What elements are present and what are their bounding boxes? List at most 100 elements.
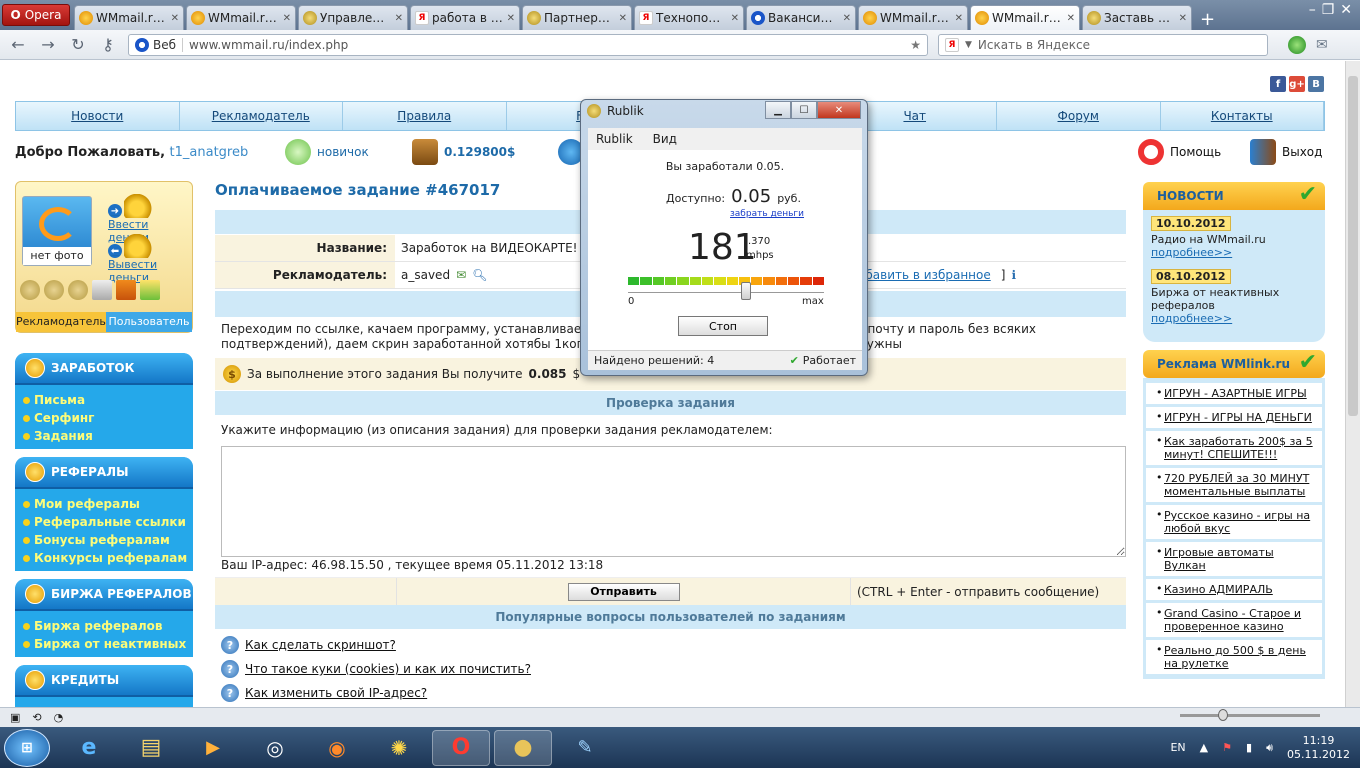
panel-toggle-icon[interactable]: ▣: [10, 711, 20, 724]
search-field[interactable]: Я ▼ Искать в Яндексе: [938, 33, 1268, 56]
ad-link[interactable]: ИГРУН - АЗАРТНЫЕ ИГРЫ: [1146, 383, 1322, 404]
turbo-icon[interactable]: ⟲: [32, 711, 41, 724]
slider-thumb[interactable]: [740, 282, 751, 300]
left-menu-header[interactable]: БИРЖА РЕФЕРАЛОВ: [15, 579, 193, 611]
close-tab-icon[interactable]: ✕: [619, 13, 627, 24]
explorer-folder-icon[interactable]: ▤: [122, 730, 180, 766]
deposit-link[interactable]: ➜: [108, 194, 156, 218]
browser-tab[interactable]: WMmail.ru... ✕: [970, 5, 1080, 30]
facebook-icon[interactable]: f: [1270, 76, 1286, 92]
page-scrollbar[interactable]: [1345, 61, 1360, 707]
restore-icon[interactable]: ❐: [1322, 2, 1335, 18]
firefox-icon[interactable]: ◉: [308, 730, 366, 766]
faq-link[interactable]: Что такое куки (cookies) и как их почист…: [245, 662, 531, 676]
tab-user[interactable]: Пользователь: [105, 312, 192, 332]
minimize-icon[interactable]: –: [1309, 2, 1316, 18]
menu-item[interactable]: Рекламодатель: [180, 102, 343, 130]
ad-link[interactable]: Русское казино - игры на любой вкус: [1146, 505, 1322, 539]
vk-icon[interactable]: B: [1308, 76, 1324, 92]
browser-tab[interactable]: Я Технополи... ✕: [634, 5, 744, 30]
network-icon[interactable]: ▮: [1246, 741, 1252, 754]
close-tab-icon[interactable]: ✕: [171, 13, 179, 24]
left-menu-header[interactable]: ЗАРАБОТОК: [15, 353, 193, 385]
avatar[interactable]: нет фото: [22, 196, 92, 266]
scrollbar-thumb[interactable]: [1348, 76, 1358, 416]
left-menu-item[interactable]: Биржа рефералов: [23, 617, 193, 635]
address-field[interactable]: Веб www.wmmail.ru/index.php ★: [128, 33, 928, 56]
menu-item[interactable]: Правила: [343, 102, 507, 130]
ad-link[interactable]: Казино АДМИРАЛЬ: [1146, 579, 1322, 600]
menu-item[interactable]: Новости: [16, 102, 180, 130]
url-text[interactable]: www.wmmail.ru/index.php: [189, 38, 904, 52]
ie-icon[interactable]: e: [60, 730, 118, 766]
ad-link[interactable]: Игровые автоматы Вулкан: [1146, 542, 1322, 576]
forward-icon[interactable]: →: [38, 35, 58, 54]
key-icon[interactable]: ⚷: [98, 35, 118, 54]
media-player-icon[interactable]: ▶: [184, 730, 242, 766]
left-menu-item[interactable]: Задания: [23, 427, 193, 445]
paint-icon[interactable]: ✎: [556, 730, 614, 766]
ad-link[interactable]: Реально до 500 $ в день на рулетке: [1146, 640, 1322, 674]
close-icon[interactable]: ✕: [1340, 2, 1352, 18]
tab-advertiser[interactable]: Рекламодатель: [16, 312, 106, 332]
site-info-badge[interactable]: Веб: [135, 37, 184, 52]
left-menu-item[interactable]: Серфинг: [23, 409, 193, 427]
menu-item[interactable]: Форум: [997, 102, 1161, 130]
menu-item[interactable]: Контакты: [1161, 102, 1324, 130]
back-icon[interactable]: ←: [8, 35, 28, 54]
news-more-link[interactable]: подробнее>>: [1151, 246, 1317, 259]
search-icon[interactable]: 🔍︎: [472, 262, 487, 288]
speed-dial-icon[interactable]: [1288, 35, 1306, 54]
left-menu-item[interactable]: Конкурсы рефералам: [23, 549, 193, 567]
app-round-icon[interactable]: ◎: [246, 730, 304, 766]
opera-taskbar-icon[interactable]: O: [432, 729, 490, 766]
speed-icon[interactable]: ◔: [54, 711, 64, 724]
google-plus-icon[interactable]: g+: [1289, 76, 1305, 92]
close-tab-icon[interactable]: ✕: [955, 13, 963, 24]
rublik-taskbar-icon[interactable]: ●: [494, 729, 552, 766]
opera-menu-button[interactable]: O Opera: [2, 4, 70, 26]
menu-rublik[interactable]: Rublik: [596, 132, 633, 146]
info-icon[interactable]: ℹ: [1011, 262, 1016, 288]
menu-view[interactable]: Вид: [653, 132, 677, 146]
minimize-icon[interactable]: ▁: [765, 101, 791, 119]
left-menu-header[interactable]: КРЕДИТЫ: [15, 665, 193, 697]
withdraw-money-link[interactable]: забрать деньги: [730, 209, 804, 219]
close-tab-icon[interactable]: ✕: [1179, 13, 1187, 24]
tray-expand-icon[interactable]: ▲: [1200, 741, 1208, 754]
left-menu-item[interactable]: Письма: [23, 391, 193, 409]
exit-link[interactable]: Выход: [1250, 139, 1322, 165]
close-tab-icon[interactable]: ✕: [843, 13, 851, 24]
new-tab-button[interactable]: +: [1200, 9, 1215, 30]
report-textarea[interactable]: [221, 446, 1126, 557]
browser-tab[interactable]: WMmail.ru ... ✕: [186, 5, 296, 30]
faq-link[interactable]: Как сделать скриншот?: [245, 638, 396, 652]
zoom-slider-thumb[interactable]: [1218, 709, 1228, 721]
browser-tab[interactable]: WMmail.ru ... ✕: [74, 5, 184, 30]
mail-icon[interactable]: ✉: [1316, 37, 1328, 53]
close-icon[interactable]: ✕: [817, 101, 861, 119]
search-engine-dropdown-icon[interactable]: ▼: [965, 40, 972, 50]
faq-link[interactable]: Как изменить свой IP-адрес?: [245, 686, 427, 700]
left-menu-item[interactable]: Мои рефералы: [23, 495, 193, 513]
news-more-link[interactable]: подробнее>>: [1151, 312, 1317, 325]
close-tab-icon[interactable]: ✕: [507, 13, 515, 24]
browser-tab[interactable]: Управлени... ✕: [298, 5, 408, 30]
volume-icon[interactable]: 🔊︎: [1266, 741, 1273, 755]
close-tab-icon[interactable]: ✕: [283, 13, 291, 24]
ad-link[interactable]: Как заработать 200$ за 5 минут! СПЕШИТЕ!…: [1146, 431, 1322, 465]
browser-tab[interactable]: Партнерск... ✕: [522, 5, 632, 30]
left-menu-item[interactable]: Бонусы рефералам: [23, 531, 193, 549]
maximize-icon[interactable]: ☐: [791, 101, 817, 119]
send-message-icon[interactable]: ✉: [456, 262, 466, 288]
start-button[interactable]: ⊞: [4, 728, 50, 767]
ad-link[interactable]: ИГРУН - ИГРЫ НА ДЕНЬГИ: [1146, 407, 1322, 428]
close-tab-icon[interactable]: ✕: [731, 13, 739, 24]
close-tab-icon[interactable]: ✕: [1067, 13, 1075, 24]
withdraw-link[interactable]: ⬅: [108, 234, 156, 258]
browser-tab[interactable]: WMmail.ru... ✕: [858, 5, 968, 30]
left-menu-header[interactable]: РЕФЕРАЛЫ: [15, 457, 193, 489]
add-favorite-link[interactable]: добавить в избранное: [850, 262, 991, 288]
ad-link[interactable]: 720 РУБЛЕЙ за 30 МИНУТ моментальные выпл…: [1146, 468, 1322, 502]
intensity-slider[interactable]: [628, 292, 824, 294]
